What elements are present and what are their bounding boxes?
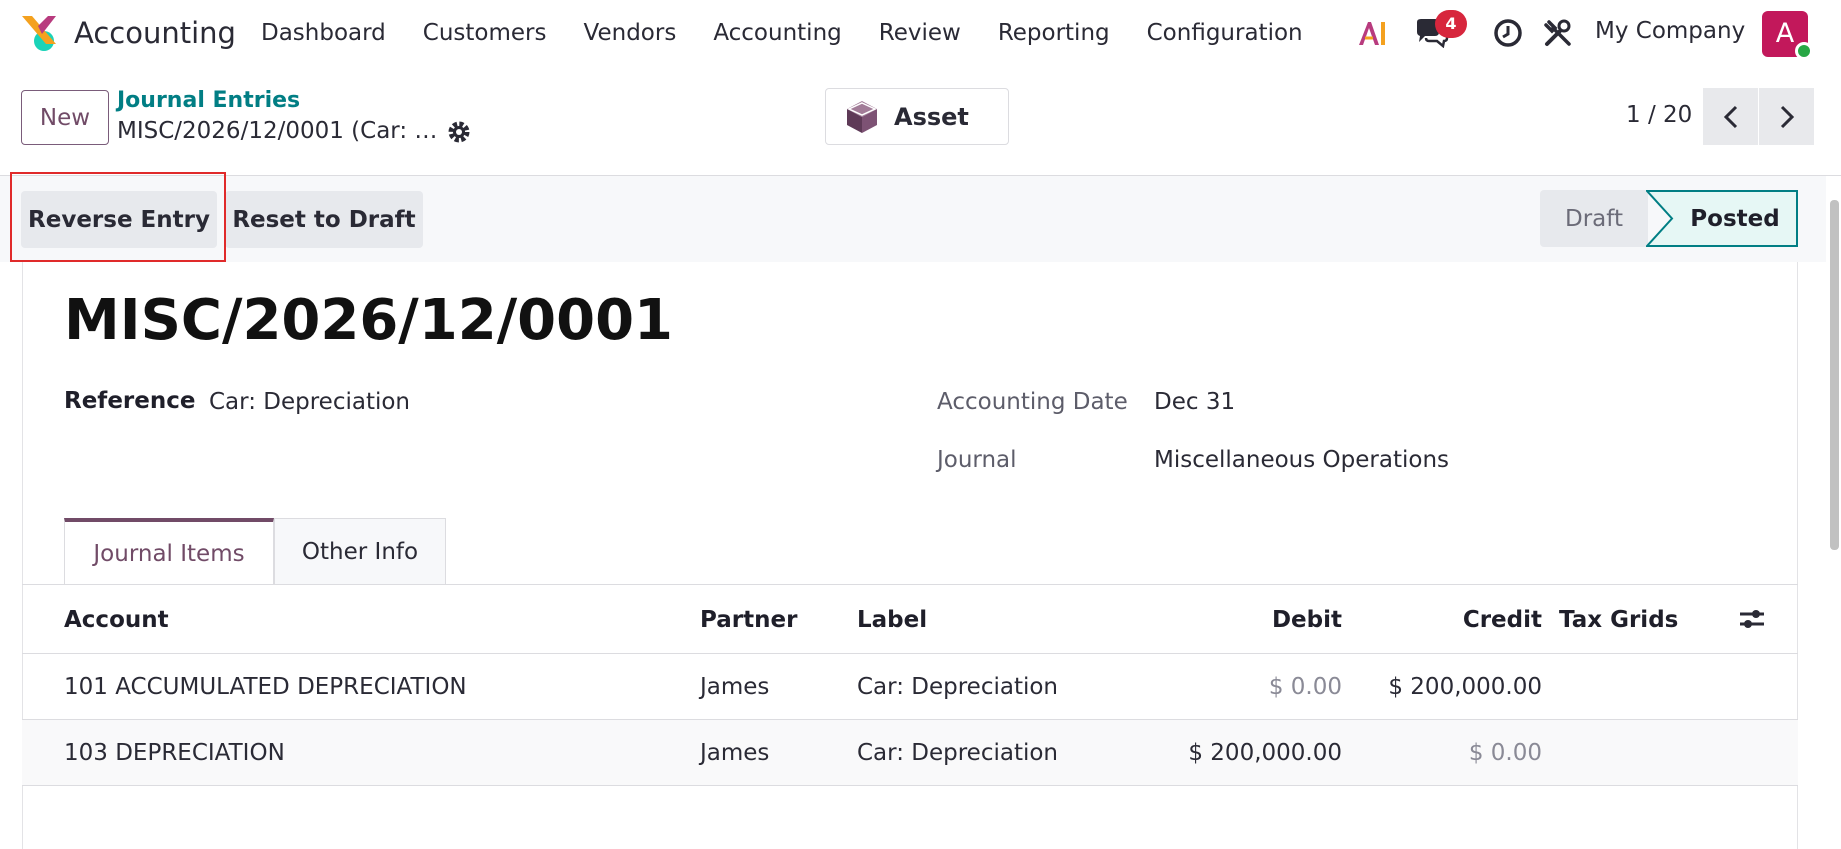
row-debit: $ 200,000.00 xyxy=(1188,740,1342,766)
menu-dashboard[interactable]: Dashboard xyxy=(261,20,386,46)
row-credit: $ 200,000.00 xyxy=(1388,674,1542,700)
menu-review[interactable]: Review xyxy=(879,20,961,46)
menu-configuration[interactable]: Configuration xyxy=(1147,20,1303,46)
ai-icon xyxy=(1359,22,1385,45)
column-account[interactable]: Account xyxy=(64,607,169,633)
column-label[interactable]: Label xyxy=(857,607,927,633)
top-navbar: Accounting Dashboard Customers Vendors A… xyxy=(0,0,1841,66)
app-name[interactable]: Accounting xyxy=(74,16,236,50)
accounting-app-icon[interactable] xyxy=(18,14,58,54)
control-panel: New Journal Entries MISC/2026/12/0001 (C… xyxy=(0,66,1841,176)
record-title: MISC/2026/12/0001 xyxy=(64,288,673,353)
accounting-date-field[interactable]: Dec 31 xyxy=(1154,389,1235,415)
activity-button[interactable] xyxy=(1490,0,1526,66)
pager-value[interactable]: 1 / 20 xyxy=(1626,102,1692,128)
stage-draft-label: Draft xyxy=(1565,205,1623,232)
chevron-left-icon xyxy=(1723,105,1737,128)
message-count-badge: 4 xyxy=(1435,10,1467,38)
accounting-date-label: Accounting Date xyxy=(937,389,1128,415)
column-credit[interactable]: Credit xyxy=(1350,607,1542,633)
column-settings-icon[interactable] xyxy=(1738,606,1766,632)
tab-divider xyxy=(22,584,1798,585)
online-status-dot xyxy=(1795,42,1813,60)
scrollbar-thumb[interactable] xyxy=(1830,200,1839,550)
row-debit: $ 0.00 xyxy=(1268,674,1342,700)
row-credit: $ 0.00 xyxy=(1468,740,1542,766)
tools-icon xyxy=(1544,19,1571,46)
debug-tools-button[interactable] xyxy=(1540,0,1576,66)
tab-other-info[interactable]: Other Info xyxy=(274,518,446,585)
pager-previous-button[interactable] xyxy=(1703,88,1758,145)
row-partner: James xyxy=(700,674,770,700)
new-button[interactable]: New xyxy=(21,90,109,145)
reset-to-draft-button[interactable]: Reset to Draft xyxy=(225,191,423,248)
row-label: Car: Depreciation xyxy=(857,740,1059,766)
row-account: 101 ACCUMULATED DEPRECIATION xyxy=(64,674,467,700)
gear-icon[interactable] xyxy=(445,118,473,146)
highlight-box xyxy=(10,172,226,262)
reference-label: Reference xyxy=(64,388,196,414)
column-debit[interactable]: Debit xyxy=(1150,607,1342,633)
cube-icon xyxy=(847,100,877,133)
stage-posted-label: Posted xyxy=(1690,205,1780,232)
main-menu: Dashboard Customers Vendors Accounting R… xyxy=(261,0,1340,66)
breadcrumb-current-record: MISC/2026/12/0001 (Car: … xyxy=(117,118,438,144)
menu-customers[interactable]: Customers xyxy=(423,20,547,46)
ai-button[interactable] xyxy=(1355,0,1391,66)
company-switcher[interactable]: My Company xyxy=(1595,18,1745,44)
journal-field[interactable]: Miscellaneous Operations xyxy=(1154,447,1449,473)
row-label: Car: Depreciation xyxy=(857,674,1059,700)
asset-smart-button[interactable]: Asset xyxy=(825,88,1009,145)
reference-field[interactable]: Car: Depreciation xyxy=(209,389,410,415)
row-account: 103 DEPRECIATION xyxy=(64,740,285,766)
clock-icon xyxy=(1494,19,1522,47)
menu-accounting[interactable]: Accounting xyxy=(713,20,841,46)
menu-vendors[interactable]: Vendors xyxy=(584,20,677,46)
table-bottom-border xyxy=(22,785,1798,786)
tab-journal-items[interactable]: Journal Items xyxy=(64,518,274,585)
stage-draft[interactable]: Draft xyxy=(1540,190,1648,247)
menu-reporting[interactable]: Reporting xyxy=(998,20,1110,46)
journal-label: Journal xyxy=(937,447,1017,473)
stage-posted[interactable]: Posted xyxy=(1672,190,1798,247)
column-partner[interactable]: Partner xyxy=(700,607,797,633)
pager-next-button[interactable] xyxy=(1759,88,1814,145)
column-tax-grids[interactable]: Tax Grids xyxy=(1559,607,1678,633)
breadcrumb-journal-entries[interactable]: Journal Entries xyxy=(117,88,300,113)
row-partner: James xyxy=(700,740,770,766)
chevron-right-icon xyxy=(1780,105,1794,128)
asset-label: Asset xyxy=(894,102,969,131)
